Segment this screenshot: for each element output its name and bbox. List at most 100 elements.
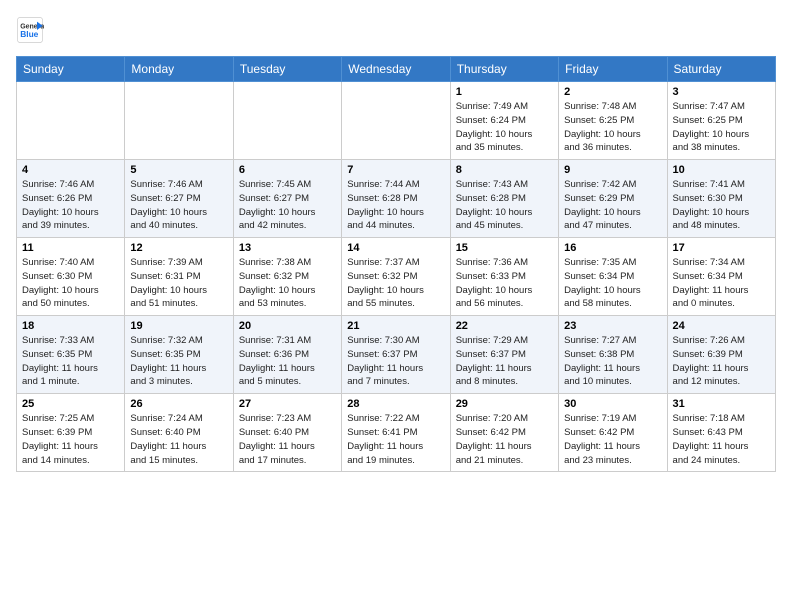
calendar-cell: 13 Sunrise: 7:38 AM Sunset: 6:32 PM Dayli… <box>233 238 341 316</box>
day-info: Sunrise: 7:18 AM Sunset: 6:43 PM Dayligh… <box>673 412 770 467</box>
calendar-cell: 20 Sunrise: 7:31 AM Sunset: 6:36 PM Dayli… <box>233 316 341 394</box>
day-info: Sunrise: 7:41 AM Sunset: 6:30 PM Dayligh… <box>673 178 770 233</box>
day-number: 30 <box>564 398 661 410</box>
weekday-header-sunday: Sunday <box>17 57 125 82</box>
calendar-cell <box>17 82 125 160</box>
calendar-week-5: 25 Sunrise: 7:25 AM Sunset: 6:39 PM Dayli… <box>17 394 776 472</box>
day-info: Sunrise: 7:48 AM Sunset: 6:25 PM Dayligh… <box>564 100 661 155</box>
calendar-cell: 4Sunrise: 7:46 AM Sunset: 6:26 PM Daylig… <box>17 160 125 238</box>
day-info: Sunrise: 7:45 AM Sunset: 6:27 PM Dayligh… <box>239 178 336 233</box>
day-info: Sunrise: 7:32 AM Sunset: 6:35 PM Dayligh… <box>130 334 227 389</box>
day-number: 18 <box>22 320 119 332</box>
day-number: 25 <box>22 398 119 410</box>
calendar-cell: 29 Sunrise: 7:20 AM Sunset: 6:42 PM Dayli… <box>450 394 558 472</box>
calendar-cell: 2 Sunrise: 7:48 AM Sunset: 6:25 PM Daylig… <box>559 82 667 160</box>
calendar-week-1: 1 Sunrise: 7:49 AM Sunset: 6:24 PM Daylig… <box>17 82 776 160</box>
day-number: 2 <box>564 86 661 98</box>
day-number: 6 <box>239 164 336 176</box>
calendar-week-4: 18Sunrise: 7:33 AM Sunset: 6:35 PM Dayli… <box>17 316 776 394</box>
calendar-cell: 27 Sunrise: 7:23 AM Sunset: 6:40 PM Dayli… <box>233 394 341 472</box>
weekday-header-tuesday: Tuesday <box>233 57 341 82</box>
day-info: Sunrise: 7:29 AM Sunset: 6:37 PM Dayligh… <box>456 334 553 389</box>
day-number: 19 <box>130 320 227 332</box>
day-number: 29 <box>456 398 553 410</box>
logo-icon: General Blue <box>16 16 44 44</box>
calendar-cell <box>342 82 450 160</box>
day-number: 7 <box>347 164 444 176</box>
day-number: 26 <box>130 398 227 410</box>
svg-text:Blue: Blue <box>20 29 38 39</box>
day-info: Sunrise: 7:35 AM Sunset: 6:34 PM Dayligh… <box>564 256 661 311</box>
day-info: Sunrise: 7:49 AM Sunset: 6:24 PM Dayligh… <box>456 100 553 155</box>
calendar-cell: 15 Sunrise: 7:36 AM Sunset: 6:33 PM Dayli… <box>450 238 558 316</box>
calendar-header: SundayMondayTuesdayWednesdayThursdayFrid… <box>17 57 776 82</box>
calendar-cell: 26Sunrise: 7:24 AM Sunset: 6:40 PM Dayli… <box>125 394 233 472</box>
calendar-cell: 3 Sunrise: 7:47 AM Sunset: 6:25 PM Daylig… <box>667 82 775 160</box>
calendar-cell: 10 Sunrise: 7:41 AM Sunset: 6:30 PM Dayli… <box>667 160 775 238</box>
day-number: 4 <box>22 164 119 176</box>
day-number: 27 <box>239 398 336 410</box>
day-number: 13 <box>239 242 336 254</box>
day-info: Sunrise: 7:42 AM Sunset: 6:29 PM Dayligh… <box>564 178 661 233</box>
day-number: 31 <box>673 398 770 410</box>
day-number: 16 <box>564 242 661 254</box>
day-info: Sunrise: 7:20 AM Sunset: 6:42 PM Dayligh… <box>456 412 553 467</box>
day-number: 12 <box>130 242 227 254</box>
day-info: Sunrise: 7:47 AM Sunset: 6:25 PM Dayligh… <box>673 100 770 155</box>
day-number: 14 <box>347 242 444 254</box>
weekday-header-thursday: Thursday <box>450 57 558 82</box>
weekday-header-friday: Friday <box>559 57 667 82</box>
day-number: 23 <box>564 320 661 332</box>
weekday-header-monday: Monday <box>125 57 233 82</box>
weekday-header-saturday: Saturday <box>667 57 775 82</box>
day-info: Sunrise: 7:31 AM Sunset: 6:36 PM Dayligh… <box>239 334 336 389</box>
day-info: Sunrise: 7:25 AM Sunset: 6:39 PM Dayligh… <box>22 412 119 467</box>
day-info: Sunrise: 7:26 AM Sunset: 6:39 PM Dayligh… <box>673 334 770 389</box>
calendar-cell: 25 Sunrise: 7:25 AM Sunset: 6:39 PM Dayli… <box>17 394 125 472</box>
calendar-cell: 21Sunrise: 7:30 AM Sunset: 6:37 PM Dayli… <box>342 316 450 394</box>
day-info: Sunrise: 7:39 AM Sunset: 6:31 PM Dayligh… <box>130 256 227 311</box>
page-header: General Blue <box>16 16 776 44</box>
calendar-cell: 6 Sunrise: 7:45 AM Sunset: 6:27 PM Daylig… <box>233 160 341 238</box>
calendar-cell: 11 Sunrise: 7:40 AM Sunset: 6:30 PM Dayli… <box>17 238 125 316</box>
calendar-cell: 12 Sunrise: 7:39 AM Sunset: 6:31 PM Dayli… <box>125 238 233 316</box>
day-info: Sunrise: 7:37 AM Sunset: 6:32 PM Dayligh… <box>347 256 444 311</box>
calendar-cell: 9Sunrise: 7:42 AM Sunset: 6:29 PM Daylig… <box>559 160 667 238</box>
day-number: 8 <box>456 164 553 176</box>
calendar-cell: 28Sunrise: 7:22 AM Sunset: 6:41 PM Dayli… <box>342 394 450 472</box>
day-info: Sunrise: 7:19 AM Sunset: 6:42 PM Dayligh… <box>564 412 661 467</box>
calendar-cell: 7 Sunrise: 7:44 AM Sunset: 6:28 PM Daylig… <box>342 160 450 238</box>
calendar-cell <box>233 82 341 160</box>
day-number: 3 <box>673 86 770 98</box>
calendar-cell: 16 Sunrise: 7:35 AM Sunset: 6:34 PM Dayli… <box>559 238 667 316</box>
calendar-cell <box>125 82 233 160</box>
day-number: 17 <box>673 242 770 254</box>
day-info: Sunrise: 7:44 AM Sunset: 6:28 PM Dayligh… <box>347 178 444 233</box>
day-info: Sunrise: 7:22 AM Sunset: 6:41 PM Dayligh… <box>347 412 444 467</box>
day-info: Sunrise: 7:36 AM Sunset: 6:33 PM Dayligh… <box>456 256 553 311</box>
calendar-cell: 22Sunrise: 7:29 AM Sunset: 6:37 PM Dayli… <box>450 316 558 394</box>
day-info: Sunrise: 7:27 AM Sunset: 6:38 PM Dayligh… <box>564 334 661 389</box>
calendar-cell: 23 Sunrise: 7:27 AM Sunset: 6:38 PM Dayli… <box>559 316 667 394</box>
day-info: Sunrise: 7:46 AM Sunset: 6:27 PM Dayligh… <box>130 178 227 233</box>
day-info: Sunrise: 7:34 AM Sunset: 6:34 PM Dayligh… <box>673 256 770 311</box>
day-number: 10 <box>673 164 770 176</box>
day-info: Sunrise: 7:38 AM Sunset: 6:32 PM Dayligh… <box>239 256 336 311</box>
day-info: Sunrise: 7:40 AM Sunset: 6:30 PM Dayligh… <box>22 256 119 311</box>
calendar-cell: 24Sunrise: 7:26 AM Sunset: 6:39 PM Dayli… <box>667 316 775 394</box>
calendar-week-2: 4Sunrise: 7:46 AM Sunset: 6:26 PM Daylig… <box>17 160 776 238</box>
day-number: 5 <box>130 164 227 176</box>
day-number: 11 <box>22 242 119 254</box>
calendar-cell: 19 Sunrise: 7:32 AM Sunset: 6:35 PM Dayli… <box>125 316 233 394</box>
calendar-table: SundayMondayTuesdayWednesdayThursdayFrid… <box>16 56 776 472</box>
day-number: 20 <box>239 320 336 332</box>
day-number: 21 <box>347 320 444 332</box>
calendar-week-3: 11 Sunrise: 7:40 AM Sunset: 6:30 PM Dayli… <box>17 238 776 316</box>
day-number: 15 <box>456 242 553 254</box>
calendar-cell: 8 Sunrise: 7:43 AM Sunset: 6:28 PM Daylig… <box>450 160 558 238</box>
day-info: Sunrise: 7:23 AM Sunset: 6:40 PM Dayligh… <box>239 412 336 467</box>
calendar-cell: 17 Sunrise: 7:34 AM Sunset: 6:34 PM Dayli… <box>667 238 775 316</box>
day-number: 1 <box>456 86 553 98</box>
day-info: Sunrise: 7:43 AM Sunset: 6:28 PM Dayligh… <box>456 178 553 233</box>
calendar-cell: 18Sunrise: 7:33 AM Sunset: 6:35 PM Dayli… <box>17 316 125 394</box>
